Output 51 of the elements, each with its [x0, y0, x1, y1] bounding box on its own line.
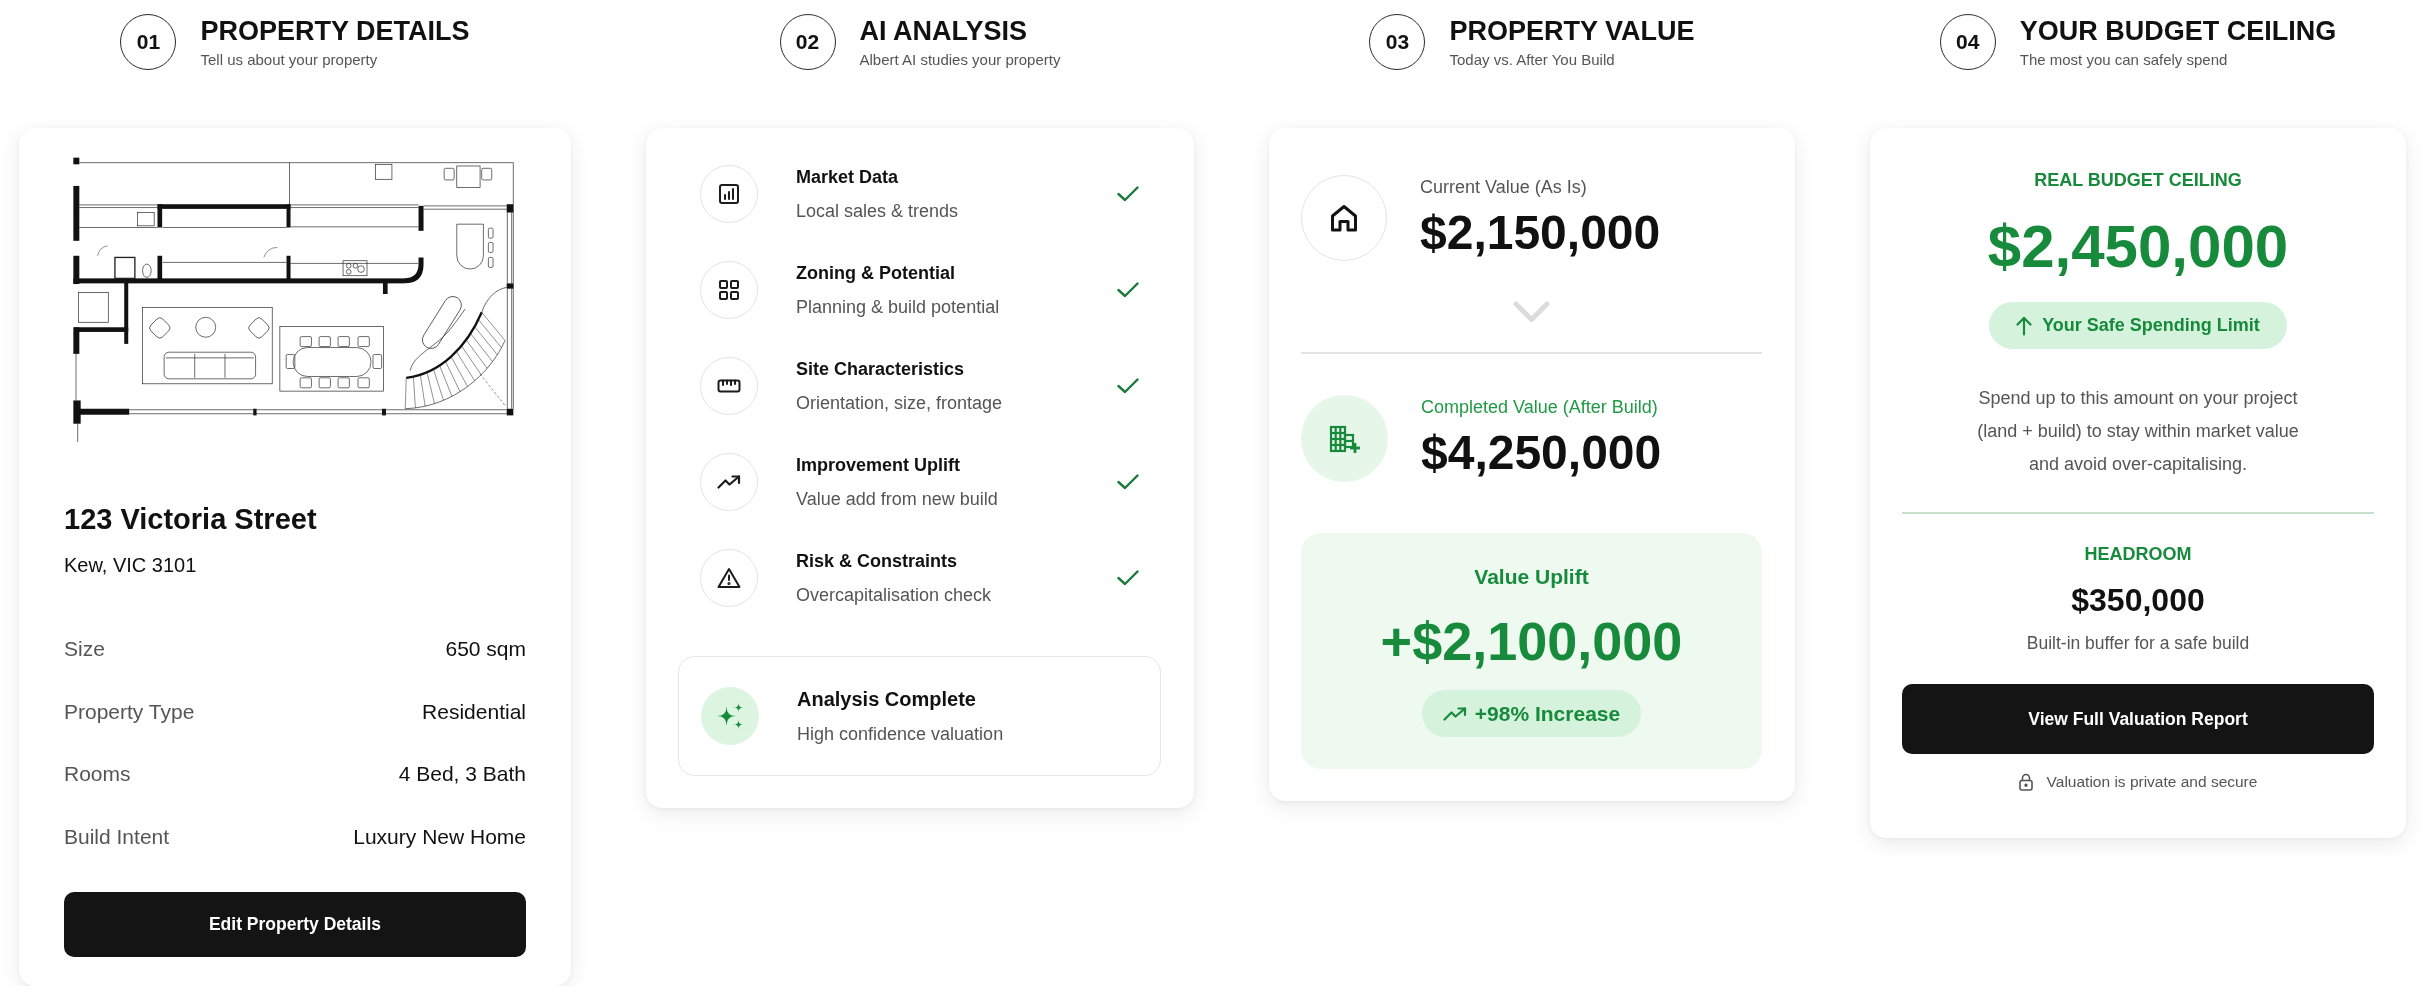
view-report-button[interactable]: View Full Valuation Report — [1902, 684, 2374, 754]
step-title: PROPERTY VALUE — [1449, 15, 1695, 46]
budget-amount: $2,450,000 — [1987, 213, 2289, 281]
chevron-down-icon — [1513, 301, 1550, 323]
analysis-item-title: Zoning & Potential — [796, 262, 956, 284]
fact-value: 4 Bed, 3 Bath — [398, 762, 526, 787]
value-label: Completed Value (After Build) — [1421, 396, 1659, 418]
uplift-amount: +$2,100,000 — [1380, 610, 1683, 672]
analysis-item-subtitle: Local sales & trends — [796, 200, 960, 222]
street-address: 123 Victoria Street — [64, 502, 318, 536]
uplift-label: Value Uplift — [1474, 564, 1589, 590]
analysis-item-subtitle: Planning & build potential — [796, 296, 1001, 318]
value-label: Current Value (As Is) — [1420, 175, 1588, 198]
headroom-note: Built-in buffer for a safe build — [2026, 632, 2250, 654]
edit-details-button[interactable]: Edit Property Details — [64, 892, 526, 957]
analysis-item-title: Market Data — [796, 166, 900, 188]
step-title: AI ANALYSIS — [859, 15, 1029, 46]
step-title: YOUR BUDGET CEILING — [2019, 15, 2337, 46]
privacy-note: Valuation is private and secure — [2046, 772, 2258, 792]
value-amount: $2,150,000 — [1420, 204, 1661, 261]
analysis-item-title: Site Characteristics — [796, 358, 966, 380]
increase-text: +98% Increase — [1474, 701, 1621, 726]
budget-description: Spend up to this amount on your project (land + build) to stay within market value and avoid over-capitalising. — [1976, 387, 2300, 476]
headroom-label: HEADROOM — [2084, 543, 2192, 566]
value-amount: $4,250,000 — [1421, 425, 1662, 481]
arrow-up-icon — [2016, 315, 2033, 336]
step-title: PROPERTY DETAILS — [200, 15, 470, 46]
fact-label: Build Intent — [64, 824, 170, 849]
step-subtitle: Tell us about your property — [200, 50, 379, 69]
analysis-item-subtitle: Orientation, size, frontage — [796, 392, 1004, 414]
analysis-item-subtitle: Overcapitalisation check — [796, 584, 993, 606]
safe-limit-text: Your Safe Spending Limit — [2042, 315, 2260, 336]
analysis-item-title: Improvement Uplift — [796, 454, 961, 476]
analysis-item-subtitle: Value add from new build — [796, 488, 999, 510]
analysis-item-title: Risk & Constraints — [796, 550, 959, 572]
fact-value: Residential — [422, 699, 526, 724]
headroom-amount: $350,000 — [2071, 581, 2205, 620]
fact-label: Rooms — [64, 762, 131, 787]
fact-value: 650 sqm — [445, 637, 526, 662]
lock-icon — [2018, 773, 2033, 791]
fact-value: Luxury New Home — [353, 824, 526, 849]
step-subtitle: Albert AI studies your property — [859, 50, 1061, 69]
summary-title: Analysis Complete — [797, 687, 977, 711]
fact-label: Size — [64, 637, 105, 662]
summary-subtitle: High confidence valuation — [797, 723, 1005, 745]
budget-label: REAL BUDGET CEILING — [2034, 169, 2242, 192]
step-subtitle: The most you can safely spend — [2019, 50, 2229, 69]
fact-label: Property Type — [64, 699, 195, 724]
trending-up-icon — [1442, 706, 1467, 721]
step-subtitle: Today vs. After You Build — [1449, 50, 1616, 69]
suburb-text: Kew, VIC 3101 — [64, 553, 198, 577]
